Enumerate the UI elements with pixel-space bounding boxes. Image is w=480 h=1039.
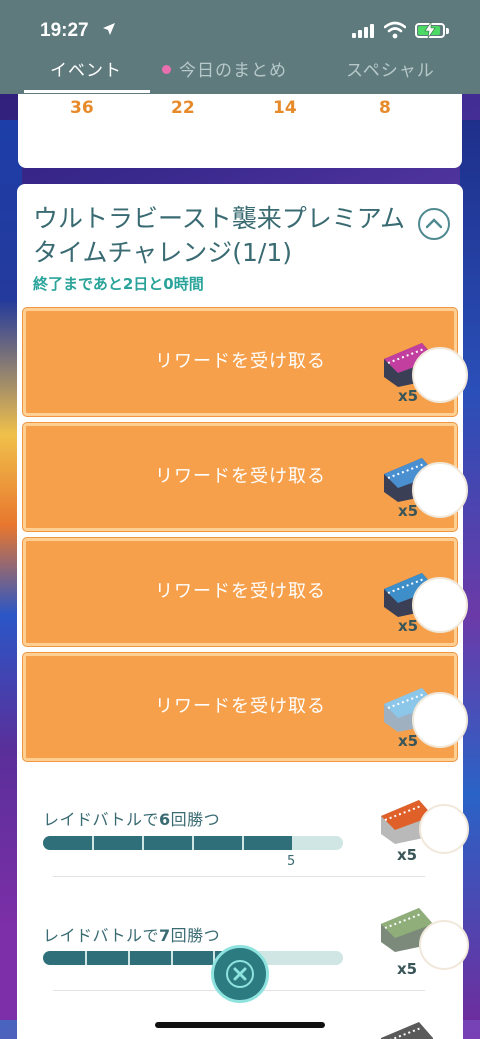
progress-segment-divider [242, 836, 244, 850]
pokemon-pale-icon [412, 692, 468, 748]
count-value: 36 [70, 98, 94, 118]
status-bar: 19:27 [0, 0, 480, 48]
notification-dot [162, 64, 171, 74]
progress-segment-divider [92, 836, 94, 850]
divider [53, 876, 425, 877]
status-time: 19:27 [40, 20, 89, 41]
task-progress-bar [43, 951, 343, 965]
background-right [460, 120, 480, 1020]
pokemon-white-icon [412, 347, 468, 403]
cellular-signal-icon [352, 24, 374, 38]
progress-segment-divider [170, 951, 173, 965]
progress-segment-divider [292, 836, 294, 850]
progress-segment-divider [84, 951, 87, 965]
task-progress-bar [43, 836, 343, 850]
battery-tip [446, 28, 449, 34]
chevron-up-icon [426, 218, 442, 229]
reward-quantity: x5 [398, 502, 419, 520]
close-icon [226, 960, 254, 988]
charging-bolt-icon [424, 22, 436, 38]
tab-bar: イベント 今日のまとめ スペシャル [0, 48, 480, 94]
count-value: 22 [171, 98, 195, 118]
task-reward-quantity: x5 [397, 960, 418, 978]
progress-segment-divider [142, 836, 144, 850]
home-indicator [155, 1022, 325, 1028]
claim-reward-label: リワードを受け取る [155, 466, 326, 487]
claim-reward-label: リワードを受け取る [155, 351, 326, 372]
claim-reward-button[interactable]: リワードを受け取る x5 [23, 423, 468, 531]
count-value: 8 [379, 98, 391, 118]
pokemon-green-icon [419, 920, 469, 970]
tab-today-summary[interactable]: 今日のまとめ [162, 56, 287, 81]
progress-segment-divider [127, 951, 130, 965]
tab-special[interactable]: スペシャル [346, 56, 435, 81]
location-arrow-icon [103, 23, 115, 35]
reward-quantity: x5 [398, 387, 419, 405]
claim-reward-label: リワードを受け取る [155, 581, 326, 602]
pokemon-stone-icon [412, 462, 468, 518]
reward-quantity: x5 [398, 732, 419, 750]
tab-today-summary-label: 今日のまとめ [179, 61, 287, 81]
challenge-card: ウルトラビースト襲来プレミアムタイムチャレンジ(1/1) 終了まであと2日と0時… [17, 184, 469, 1039]
claim-reward-label: リワードを受け取る [155, 696, 326, 717]
claim-reward-button[interactable]: リワードを受け取る x5 [23, 308, 468, 416]
claim-reward-button[interactable]: リワードを受け取る x5 [23, 538, 468, 646]
task-item: レイドバトルで7回勝つ [43, 922, 220, 946]
task-label: レイドバトルで6回勝つ [43, 810, 221, 829]
count-value: 14 [273, 98, 297, 118]
progress-segment-divider [192, 836, 194, 850]
task-reward-quantity: x5 [397, 846, 418, 864]
pokemon-yellow-icon [419, 804, 469, 854]
progress-fill [43, 836, 293, 850]
challenge-title: ウルトラビースト襲来プレミアムタイムチャレンジ(1/1) [33, 204, 406, 267]
claim-reward-button[interactable]: リワードを受け取る x5 [23, 653, 468, 761]
wifi-icon [384, 21, 406, 39]
tab-events[interactable]: イベント [50, 56, 122, 81]
task-item: レイドバトルで6回勝つ [43, 806, 220, 830]
progress-value: 5 [287, 854, 296, 869]
collapse-button[interactable] [418, 208, 450, 240]
time-remaining: 終了まであと2日と0時間 [33, 275, 204, 293]
pokemon-dark-icon [412, 577, 468, 633]
task-label: レイドバトルで7回勝つ [43, 926, 221, 945]
close-button[interactable] [211, 945, 269, 1003]
progress-segment-divider [299, 951, 302, 965]
active-tab-indicator [24, 90, 150, 93]
previous-event-card: 36 22 14 8 [18, 94, 462, 168]
raid-ticket-icon [381, 1022, 433, 1039]
reward-quantity: x5 [398, 617, 419, 635]
